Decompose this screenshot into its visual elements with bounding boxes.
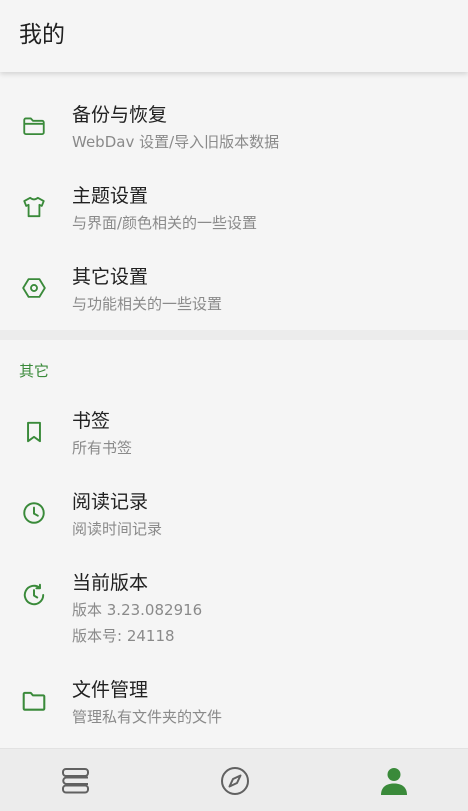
current-version-item[interactable]: 当前版本 版本 3.23.082916 版本号: 24118 <box>0 554 468 661</box>
bookmark-icon <box>21 419 47 445</box>
section-title-other: 其它 <box>19 362 50 380</box>
backup-restore-title: 备份与恢复 <box>72 104 168 126</box>
page-title: 我的 <box>19 22 65 48</box>
update-clock-icon <box>21 582 47 608</box>
theme-settings-subtitle: 与界面/颜色相关的一些设置 <box>72 214 258 232</box>
folder-outline-icon <box>21 113 47 139</box>
other-settings-title: 其它设置 <box>72 266 149 288</box>
backup-restore-item[interactable]: 备份与恢复 WebDav 设置/导入旧版本数据 <box>0 86 468 167</box>
backup-restore-subtitle: WebDav 设置/导入旧版本数据 <box>72 133 280 151</box>
settings-list: 备份与恢复 WebDav 设置/导入旧版本数据 主题设置 与界面/颜色相关的一些… <box>0 72 468 748</box>
file-manager-title: 文件管理 <box>72 679 149 701</box>
bookmarks-title: 书签 <box>72 410 111 432</box>
bottom-navigation <box>0 748 468 811</box>
settings-card: 备份与恢复 WebDav 设置/导入旧版本数据 主题设置 与界面/颜色相关的一些… <box>0 72 468 330</box>
file-manager-subtitle: 管理私有文件夹的文件 <box>72 708 223 726</box>
reading-history-subtitle: 阅读时间记录 <box>72 520 163 538</box>
theme-settings-item[interactable]: 主题设置 与界面/颜色相关的一些设置 <box>0 167 468 248</box>
version-name: 版本 3.23.082916 <box>72 601 203 619</box>
clock-icon <box>21 500 47 526</box>
nav-explore-button[interactable] <box>219 765 251 797</box>
bookshelf-icon <box>62 768 89 794</box>
nav-my-button[interactable] <box>378 765 410 797</box>
section-header: 其它 <box>0 340 468 392</box>
reading-history-title: 阅读记录 <box>72 491 149 513</box>
tshirt-icon <box>21 194 47 220</box>
current-version-title: 当前版本 <box>72 572 149 594</box>
file-manager-item[interactable]: 文件管理 管理私有文件夹的文件 <box>0 661 468 742</box>
other-settings-subtitle: 与功能相关的一些设置 <box>72 295 223 313</box>
hexagon-settings-icon <box>21 275 47 301</box>
theme-settings-title: 主题设置 <box>72 185 149 207</box>
person-icon <box>381 768 407 795</box>
bookmarks-item[interactable]: 书签 所有书签 <box>0 392 468 473</box>
compass-icon <box>221 767 249 795</box>
folder-filled-icon <box>21 688 47 714</box>
reading-history-item[interactable]: 阅读记录 阅读时间记录 <box>0 473 468 554</box>
other-card: 其它 书签 所有书签 阅读记录 阅读时间记录 当前版本 版本 3.23.0829… <box>0 340 468 742</box>
nav-bookshelf-button[interactable] <box>60 765 92 797</box>
bookmarks-subtitle: 所有书签 <box>72 439 133 457</box>
other-settings-item[interactable]: 其它设置 与功能相关的一些设置 <box>0 248 468 329</box>
section-divider <box>0 330 468 340</box>
top-app-bar: 我的 <box>0 0 468 72</box>
version-code: 版本号: 24118 <box>72 627 175 645</box>
